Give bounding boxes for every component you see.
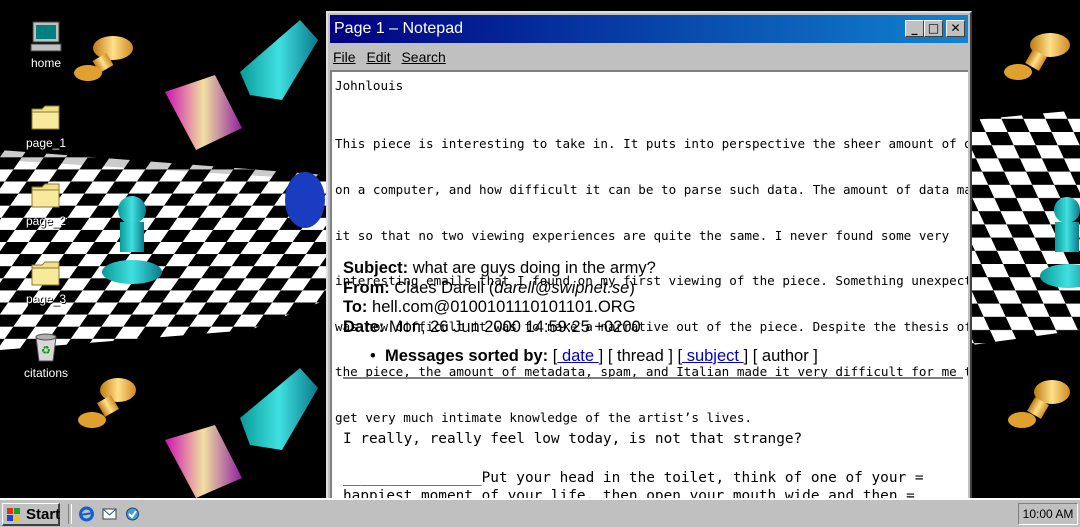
notepad-window[interactable]: Page 1 – Notepad _ □ ✕ File Edit Search … xyxy=(326,11,972,498)
sort-author: [ author ] xyxy=(752,347,818,365)
internet-explorer-icon[interactable] xyxy=(78,506,95,522)
paragraph-line: This piece is interesting to take in. It… xyxy=(335,136,968,152)
paragraph-line: it so that no two viewing experiences ar… xyxy=(335,227,950,243)
date-label: Date: xyxy=(343,317,385,336)
text-editor-area[interactable]: Johnlouis This piece is interesting to t… xyxy=(330,70,968,498)
desktop-icon-label: page_2 xyxy=(25,214,67,228)
desktop-icon-label: page_3 xyxy=(25,292,67,306)
desktop-icon-label: home xyxy=(30,56,62,70)
sort-subject-link[interactable]: subject xyxy=(682,347,743,365)
divider xyxy=(343,377,963,379)
email-from-name: Claes Darell ( xyxy=(394,278,495,297)
email-from-address: darell@swipnet.se xyxy=(494,278,630,297)
outlook-express-icon[interactable] xyxy=(101,506,118,522)
desktop-icon-label: page_1 xyxy=(25,136,67,150)
start-label: Start xyxy=(26,506,61,523)
recycle-bin-icon: ♻ xyxy=(29,330,63,364)
to-label: To: xyxy=(343,298,368,316)
svg-text:♻: ♻ xyxy=(41,344,51,357)
sort-thread: [ thread ] xyxy=(607,347,673,365)
maximize-button[interactable]: □ xyxy=(924,20,943,37)
folder-icon xyxy=(29,256,63,290)
desktop-icon-page-1[interactable]: page_1 xyxy=(6,100,86,150)
title-bar[interactable]: Page 1 – Notepad _ □ ✕ xyxy=(330,15,968,43)
taskbar-separator xyxy=(68,504,72,524)
email-body-line: happiest moment of your life, then open … xyxy=(343,488,915,498)
start-button[interactable]: Start xyxy=(2,503,60,526)
menu-edit[interactable]: Edit xyxy=(366,49,390,65)
window-title: Page 1 – Notepad xyxy=(334,20,463,37)
sort-options: • Messages sorted by: [ date ] [ thread … xyxy=(370,347,818,365)
channels-icon[interactable] xyxy=(124,506,141,522)
email-body-line: I really, really feel low today, is not … xyxy=(343,431,803,447)
maximize-icon: □ xyxy=(927,21,940,35)
desktop-icon-home[interactable]: home xyxy=(6,20,86,70)
desktop-icon-label: citations xyxy=(23,366,69,380)
email-body-line: ________________Put your head in the toi… xyxy=(343,470,924,486)
paragraph-line: on a computer, and how difficult it can … xyxy=(335,182,968,198)
sort-date-link[interactable]: date xyxy=(557,347,598,365)
system-tray-clock[interactable]: 10:00 AM xyxy=(1018,503,1078,525)
folder-icon xyxy=(29,100,63,134)
bullet-icon: • xyxy=(370,347,376,365)
minimize-icon: _ xyxy=(911,21,918,35)
windows-logo-icon xyxy=(7,508,20,521)
menu-bar: File Edit Search xyxy=(330,46,968,68)
paragraph-line: get very much intimate knowledge of the … xyxy=(335,410,753,426)
desktop: home page_1 page_2 page_3 ♻ citations Pa… xyxy=(0,0,1080,498)
taskbar: Start 10:00 AM xyxy=(0,498,1080,527)
subject-label: Subject: xyxy=(343,259,409,277)
email-date: Mon, 26 Jun 2000 14:59:25 +0200 xyxy=(388,317,641,336)
menu-file[interactable]: File xyxy=(333,49,356,65)
from-label: From: xyxy=(343,278,390,297)
computer-icon xyxy=(29,20,63,54)
minimize-button[interactable]: _ xyxy=(905,20,924,37)
clock-time: 10:00 AM xyxy=(1022,507,1074,521)
email-header: Subject: what are guys doing in the army… xyxy=(343,259,656,337)
desktop-icon-page-2[interactable]: page_2 xyxy=(6,178,86,228)
sorted-by-label: Messages sorted by: xyxy=(384,347,549,365)
close-icon: ✕ xyxy=(950,21,961,35)
email-subject: what are guys doing in the army? xyxy=(412,259,656,277)
desktop-icon-citations[interactable]: ♻ citations xyxy=(6,330,86,380)
email-to: hell.com@0100101110101101.ORG xyxy=(372,298,636,316)
desktop-icon-page-3[interactable]: page_3 xyxy=(6,256,86,306)
folder-icon xyxy=(29,178,63,212)
author-name: Johnlouis xyxy=(335,78,404,93)
close-button[interactable]: ✕ xyxy=(946,20,965,37)
email-from-close: ) xyxy=(629,278,635,297)
menu-search[interactable]: Search xyxy=(401,49,445,65)
